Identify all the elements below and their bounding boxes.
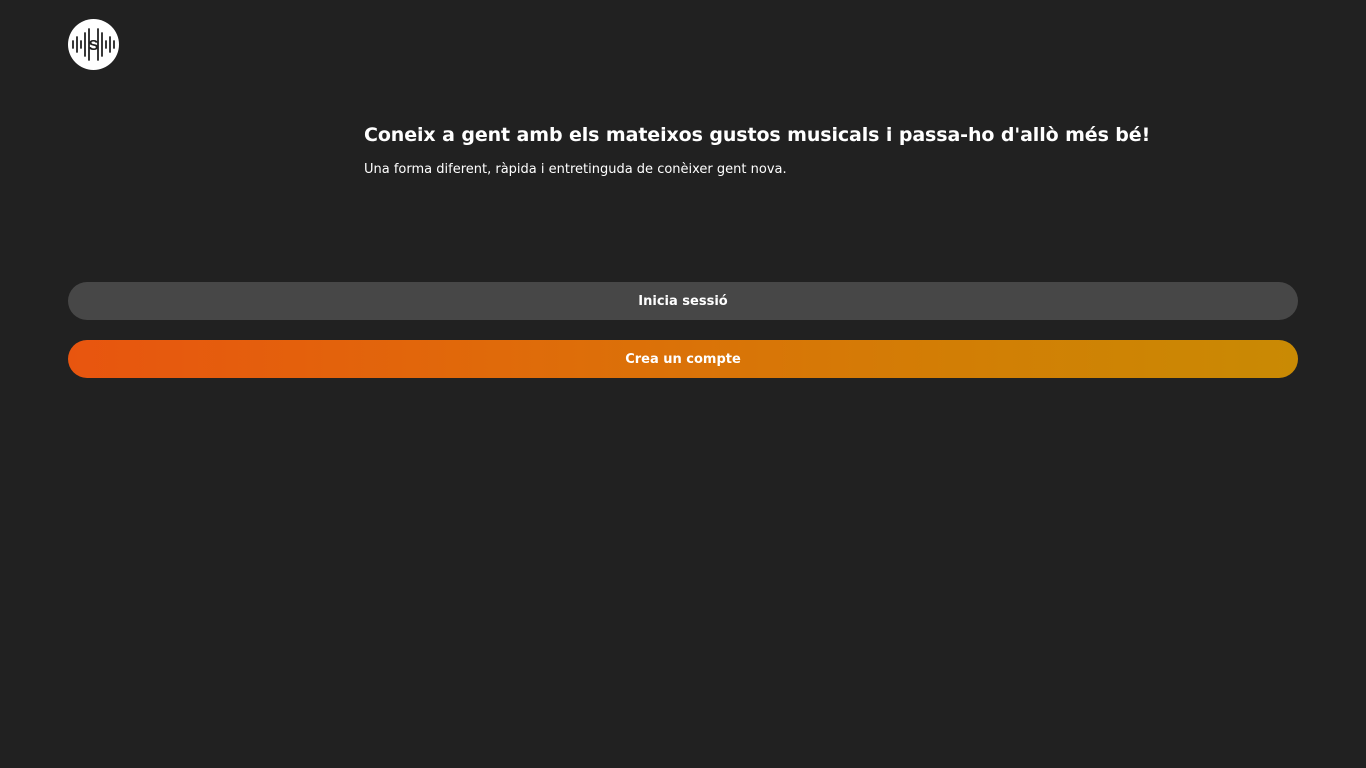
page-subtitle: Una forma diferent, ràpida i entretingud… (364, 162, 787, 177)
soundwave-logo-icon[interactable]: S (68, 19, 119, 70)
create-account-button[interactable]: Crea un compte (68, 340, 1298, 378)
page-title: Coneix a gent amb els mateixos gustos mu… (364, 124, 1151, 146)
logo-letter: S (88, 37, 98, 54)
logo-graphic: S (72, 28, 115, 61)
login-button[interactable]: Inicia sessió (68, 282, 1298, 320)
hero-section: Coneix a gent amb els mateixos gustos mu… (364, 121, 1151, 179)
landing-page: S Coneix a gent amb els mateixos gustos … (0, 0, 1366, 768)
